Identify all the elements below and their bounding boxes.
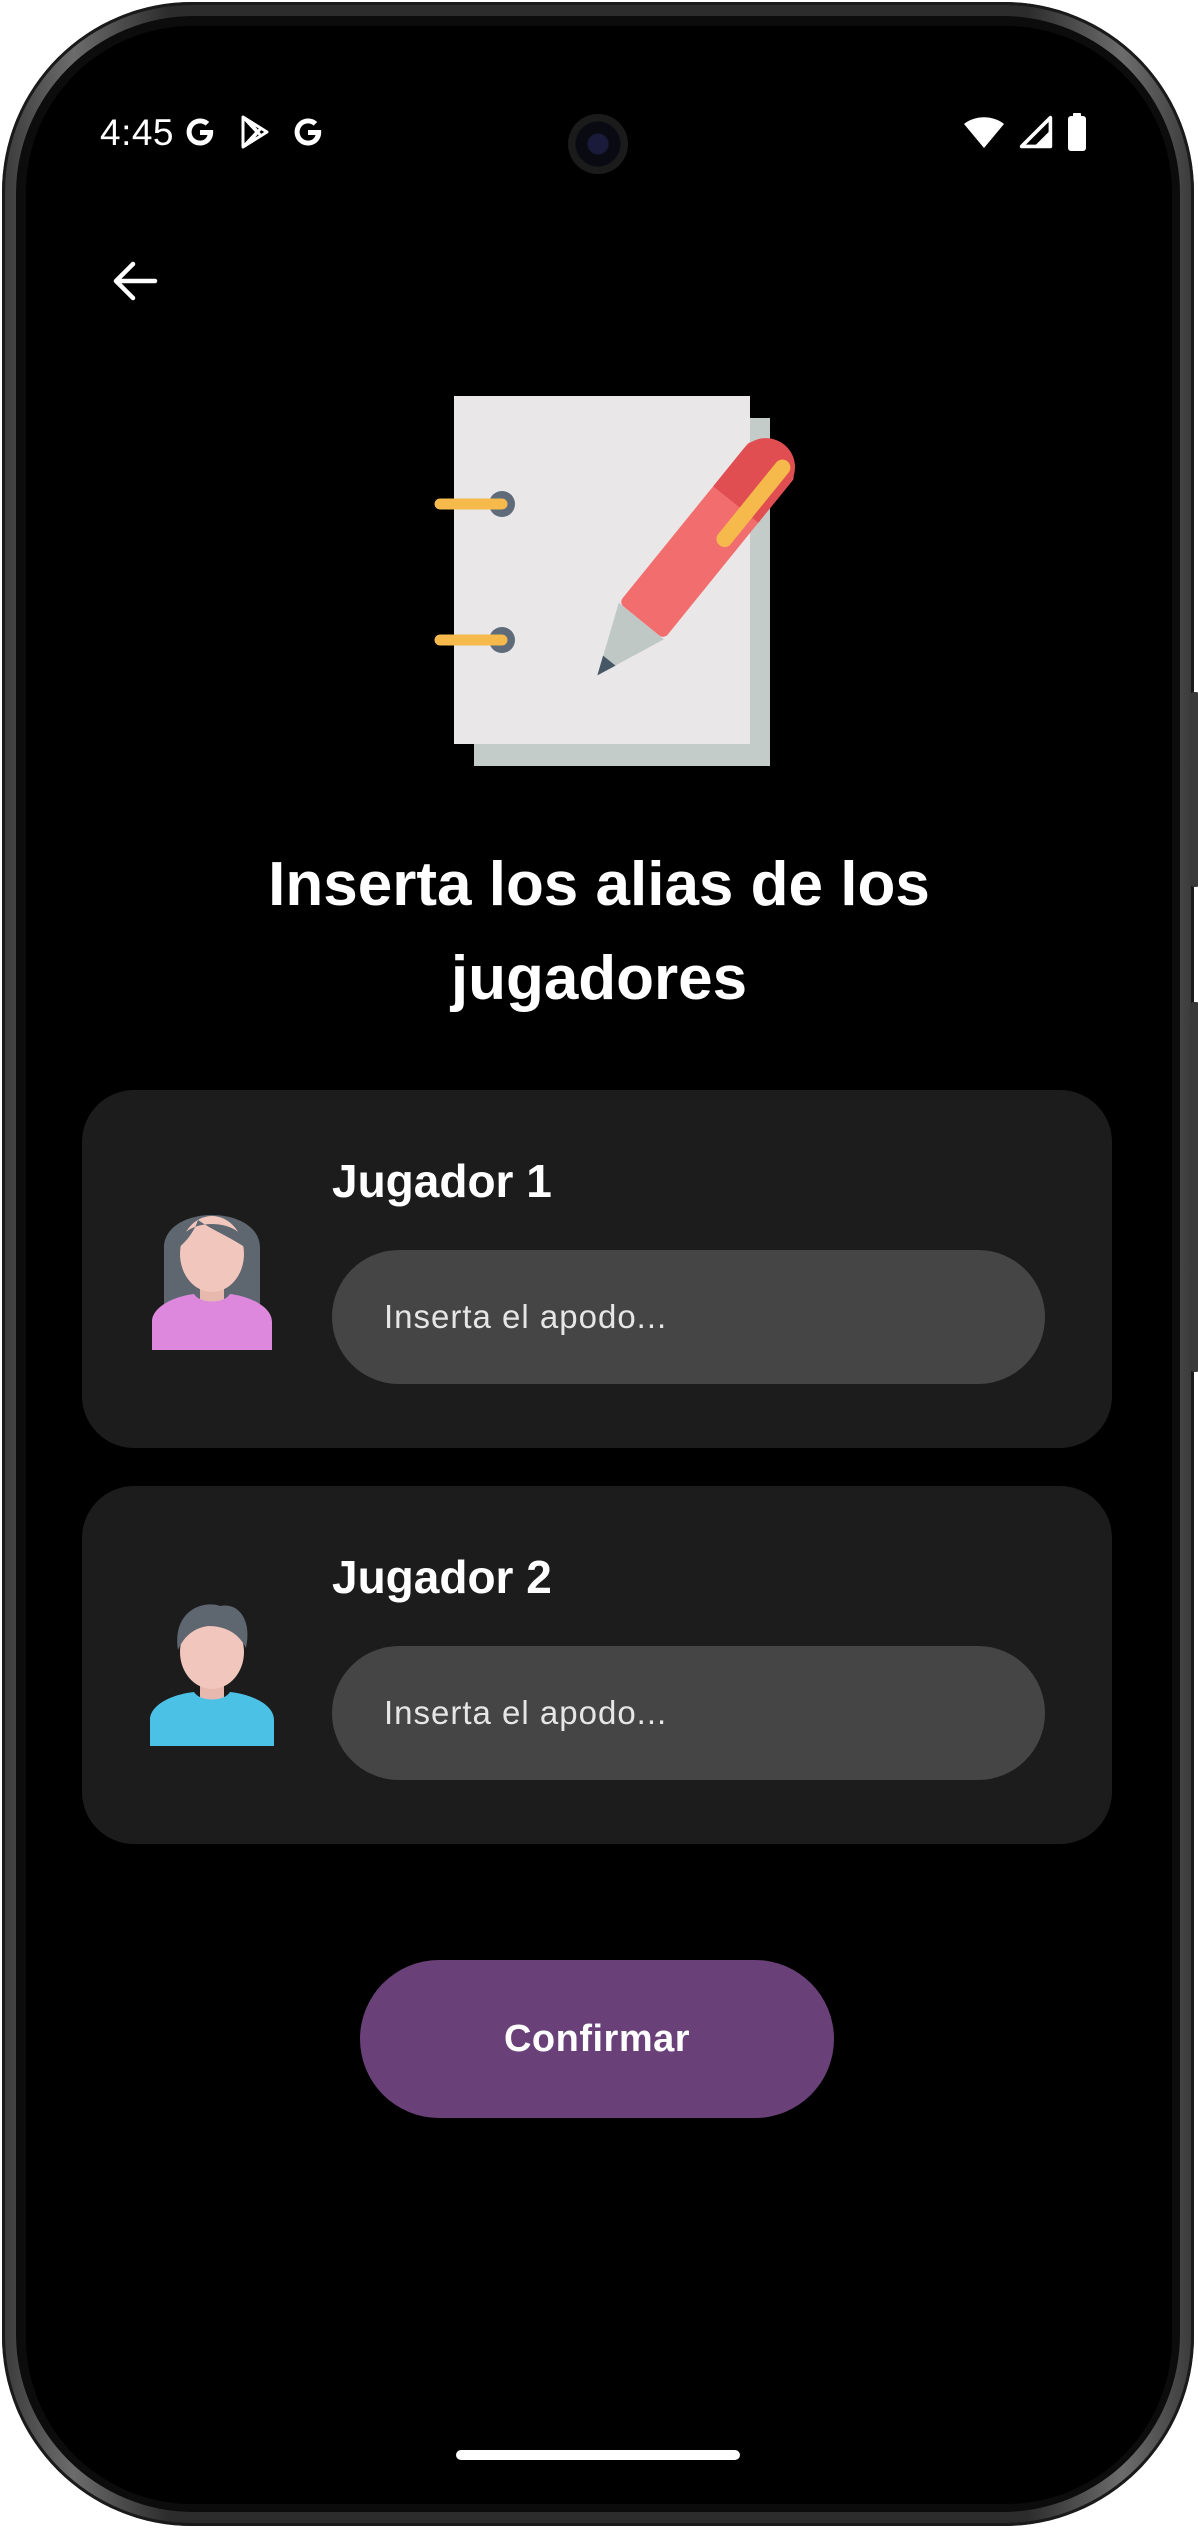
power-button [1190, 692, 1198, 887]
volume-button [1190, 1002, 1198, 1372]
player-card-1: Jugador 1 [82, 1090, 1112, 1448]
page-title: Inserta los alias de los jugadores [268, 850, 930, 1013]
phone-frame: 4:45 Inserta los alias de los jugadores … [2, 2, 1198, 2526]
player-2-nickname-input[interactable] [332, 1646, 1045, 1780]
battery-icon [1068, 113, 1086, 151]
confirm-button[interactable]: Confirmar [360, 1960, 834, 2118]
google-icon [294, 118, 322, 146]
arrow-back-icon [113, 261, 158, 301]
male-avatar-icon [150, 1604, 274, 1746]
player-card-2: Jugador 2 [82, 1486, 1112, 1844]
player-2-label: Jugador 2 [332, 1551, 552, 1603]
wifi-icon [964, 117, 1004, 148]
notebook-pencil-icon [434, 396, 795, 766]
signal-icon [1019, 115, 1053, 149]
app-screen: 4:45 Inserta los alias de los jugadores … [26, 26, 1172, 2504]
gesture-navigation-bar[interactable] [456, 2450, 740, 2460]
notification-icons [180, 112, 328, 152]
player-1-nickname-input[interactable] [332, 1250, 1045, 1384]
player-1-label: Jugador 1 [332, 1155, 552, 1207]
back-button[interactable] [100, 246, 170, 316]
front-camera [568, 114, 628, 174]
female-avatar-icon [152, 1215, 272, 1350]
status-time: 4:45 [100, 112, 175, 153]
play-store-icon [241, 115, 269, 149]
system-icons [962, 112, 1088, 152]
google-icon [186, 118, 214, 146]
